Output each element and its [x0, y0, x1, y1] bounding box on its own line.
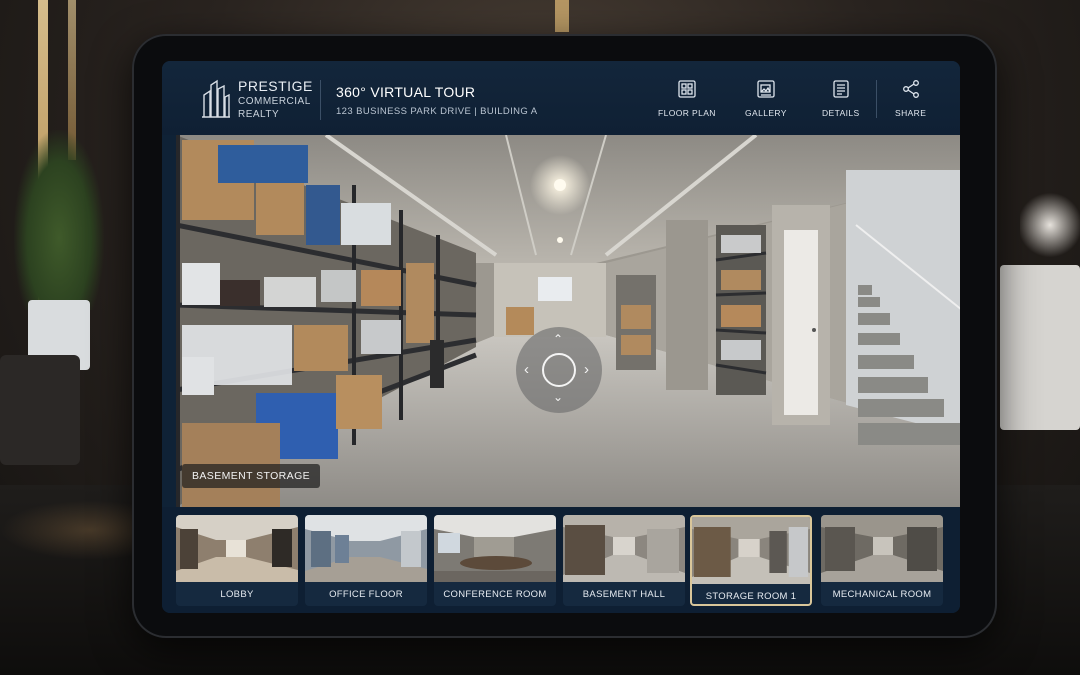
- brand-line-2: COMMERCIAL: [238, 96, 311, 107]
- gallery-button[interactable]: GALLERY: [745, 79, 787, 118]
- app-header: PRESTIGE COMMERCIAL REALTY 360° VIRTUAL …: [162, 61, 960, 135]
- tablet-device: PRESTIGE COMMERCIAL REALTY 360° VIRTUAL …: [132, 34, 997, 638]
- tablet-screen: PRESTIGE COMMERCIAL REALTY 360° VIRTUAL …: [162, 61, 960, 613]
- flowers: [1020, 190, 1080, 260]
- chevron-right-icon[interactable]: ›: [584, 362, 589, 377]
- ceiling-light: [555, 0, 569, 32]
- building-logo-icon: [202, 79, 230, 118]
- details-label: DETAILS: [822, 108, 860, 118]
- thumbnail-basement-hall[interactable]: BASEMENT HALL: [563, 515, 685, 606]
- thumbnail-label: OFFICE FLOOR: [329, 589, 403, 600]
- thumbnail-label: MECHANICAL ROOM: [832, 589, 932, 600]
- sofa: [0, 355, 80, 465]
- mechanical-room-preview: [821, 515, 943, 582]
- chevron-left-icon[interactable]: ‹: [524, 362, 529, 377]
- share-button[interactable]: SHARE: [895, 79, 926, 118]
- thumbnail-storage-room-1[interactable]: STORAGE ROOM 1: [690, 515, 812, 606]
- conference-room-preview: [434, 515, 556, 582]
- floor-plan-button[interactable]: FLOOR PLAN: [658, 79, 716, 118]
- current-scene-label: BASEMENT STORAGE: [182, 464, 321, 488]
- details-icon: [833, 80, 849, 98]
- thumbnail-office-floor[interactable]: OFFICE FLOOR: [305, 515, 427, 606]
- basement-storage-panorama: [176, 135, 960, 507]
- brand-line-3: REALTY: [238, 109, 280, 120]
- panorama-viewer[interactable]: [176, 135, 960, 507]
- navigation-control: ⌃ ⌄ ‹ ›: [516, 327, 602, 413]
- thumbnail-label: BASEMENT HALL: [582, 589, 666, 600]
- office-floor-preview: [305, 515, 427, 582]
- brand-name: PRESTIGE COMMERCIAL REALTY: [238, 78, 313, 120]
- plant: [14, 130, 104, 310]
- reception-desk: [1000, 265, 1080, 430]
- nav-divider: [876, 80, 877, 118]
- thumbnail-mechanical-room[interactable]: MECHANICAL ROOM: [821, 515, 943, 606]
- storage-room-1-preview: [692, 517, 810, 584]
- floor-plan-icon: [678, 80, 696, 98]
- brand-line-1: PRESTIGE: [238, 78, 313, 94]
- basement-hall-preview: [563, 515, 685, 582]
- scene-thumbnail-strip: LOBBY OFFICE FLOOR CONFERENCE ROOM BASEM…: [162, 507, 960, 613]
- chevron-down-icon[interactable]: ⌄: [553, 391, 563, 403]
- gallery-label: GALLERY: [745, 108, 787, 118]
- thumbnail-label: STORAGE ROOM 1: [705, 591, 797, 602]
- floor-plan-label: FLOOR PLAN: [658, 108, 716, 118]
- lobby-preview: [176, 515, 298, 582]
- header-divider: [320, 80, 321, 120]
- thumbnail-conference-room[interactable]: CONFERENCE ROOM: [434, 515, 556, 606]
- share-icon: [902, 80, 919, 98]
- thumbnail-lobby[interactable]: LOBBY: [176, 515, 298, 606]
- thumbnail-label: CONFERENCE ROOM: [443, 589, 547, 600]
- share-label: SHARE: [895, 108, 927, 118]
- gallery-icon: [757, 80, 775, 98]
- details-button[interactable]: DETAILS: [822, 79, 860, 118]
- thumbnail-label: LOBBY: [220, 589, 254, 600]
- center-view-button[interactable]: [542, 353, 576, 387]
- chevron-up-icon[interactable]: ⌃: [553, 333, 563, 345]
- page-title: 360° VIRTUAL TOUR: [336, 84, 476, 100]
- property-address: 123 BUSINESS PARK DRIVE | BUILDING A: [336, 106, 538, 117]
